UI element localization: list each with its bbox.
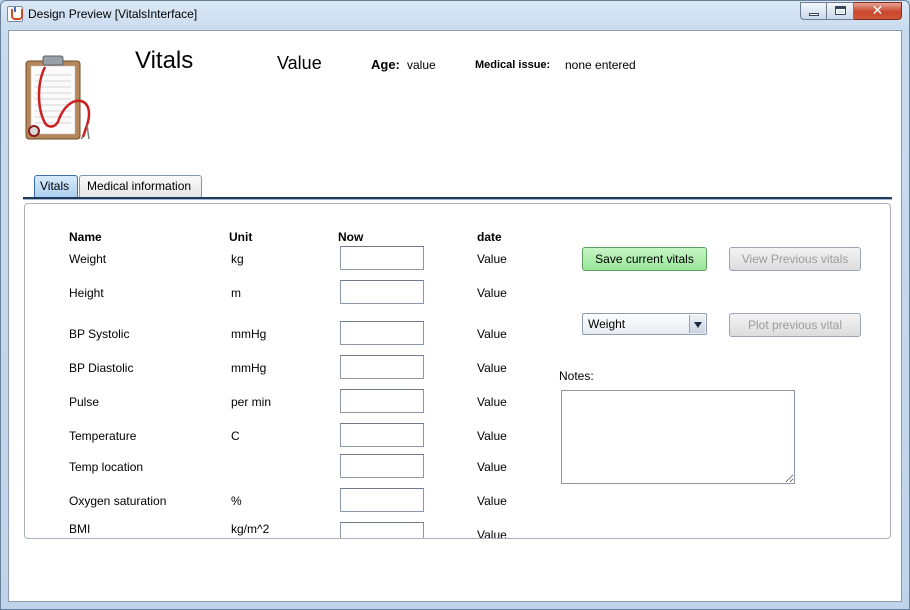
column-header-now: Now	[338, 230, 364, 244]
vital-input-pulse[interactable]	[340, 389, 424, 413]
vital-name-oxygen-saturation: Oxygen saturation	[69, 494, 167, 508]
vital-date-pulse: Value	[477, 395, 507, 409]
content-area: Vitals Value Age: value Medical issue: n…	[8, 30, 902, 602]
vital-date-height: Value	[477, 286, 507, 300]
vital-input-bmi[interactable]	[340, 522, 424, 538]
page-title: Vitals	[135, 47, 194, 74]
vitals-panel: Name Unit Now date Weight kg Value Heigh…	[24, 203, 891, 539]
notes-textarea[interactable]	[561, 390, 795, 484]
vital-input-bp-diastolic[interactable]	[340, 355, 424, 379]
minimize-icon	[809, 13, 819, 16]
java-app-icon	[7, 6, 23, 22]
vital-unit-pulse: per min	[231, 395, 272, 409]
vital-unit-oxygen-saturation: %	[231, 494, 242, 508]
maximize-icon	[835, 6, 846, 15]
vital-unit-bmi: kg/m^2	[231, 522, 270, 536]
vital-date-weight: Value	[477, 252, 507, 266]
vital-name-bp-systolic: BP Systolic	[69, 327, 130, 341]
tab-vitals[interactable]: Vitals	[34, 175, 78, 198]
close-button[interactable]: ✕	[854, 2, 902, 20]
vital-name-temperature: Temperature	[69, 429, 137, 443]
tab-medical-information[interactable]: Medical information	[79, 175, 202, 198]
title-bar[interactable]: Design Preview [VitalsInterface] ✕	[1, 1, 909, 29]
close-icon: ✕	[871, 3, 884, 19]
column-header-name: Name	[69, 230, 102, 244]
vital-date-bmi: Value	[477, 528, 507, 539]
vital-name-bmi: BMI	[69, 522, 91, 536]
view-previous-vitals-button[interactable]: View Previous vitals	[729, 247, 861, 271]
clipboard-stethoscope-icon	[25, 55, 91, 140]
vital-input-temperature[interactable]	[340, 423, 424, 447]
app-window: Design Preview [VitalsInterface] ✕ Vital…	[0, 0, 910, 610]
maximize-button[interactable]	[827, 2, 854, 20]
window-title: Design Preview [VitalsInterface]	[28, 7, 198, 21]
plot-previous-vital-button[interactable]: Plot previous vital	[729, 313, 861, 337]
vital-input-oxygen-saturation[interactable]	[340, 488, 424, 512]
vital-unit-bp-systolic: mmHg	[231, 327, 267, 341]
vital-name-height: Height	[69, 286, 104, 300]
vital-date-bp-diastolic: Value	[477, 361, 507, 375]
column-header-unit: Unit	[229, 230, 253, 244]
notes-label: Notes:	[559, 369, 594, 383]
age-label: Age:	[371, 57, 400, 72]
tab-divider	[23, 197, 892, 200]
minimize-button[interactable]	[800, 2, 827, 20]
vital-select-value: Weight	[588, 317, 626, 331]
chevron-down-icon[interactable]	[689, 315, 705, 333]
save-current-vitals-button[interactable]: Save current vitals	[582, 247, 707, 271]
vital-unit-temperature: C	[231, 429, 240, 443]
medical-issue-label: Medical issue:	[475, 59, 551, 71]
vital-input-height[interactable]	[340, 280, 424, 304]
vital-name-weight: Weight	[69, 252, 107, 266]
vital-input-weight[interactable]	[340, 246, 424, 270]
patient-name: Value	[277, 53, 322, 73]
vital-unit-weight: kg	[231, 252, 244, 266]
vital-name-temp-location: Temp location	[69, 460, 144, 474]
vital-input-bp-systolic[interactable]	[340, 321, 424, 345]
vital-unit-bp-diastolic: mmHg	[231, 361, 267, 375]
vital-input-temp-location[interactable]	[340, 454, 424, 478]
column-header-date: date	[477, 230, 502, 244]
vital-select-dropdown[interactable]: Weight	[582, 313, 707, 335]
vital-date-bp-systolic: Value	[477, 327, 507, 341]
vital-date-temp-location: Value	[477, 460, 507, 474]
vital-unit-height: m	[231, 286, 241, 300]
vital-date-oxygen-saturation: Value	[477, 494, 507, 508]
vital-name-pulse: Pulse	[69, 395, 100, 409]
vital-name-bp-diastolic: BP Diastolic	[69, 361, 134, 375]
age-value: value	[407, 58, 436, 72]
vital-date-temperature: Value	[477, 429, 507, 443]
medical-issue-value: none entered	[565, 58, 636, 72]
